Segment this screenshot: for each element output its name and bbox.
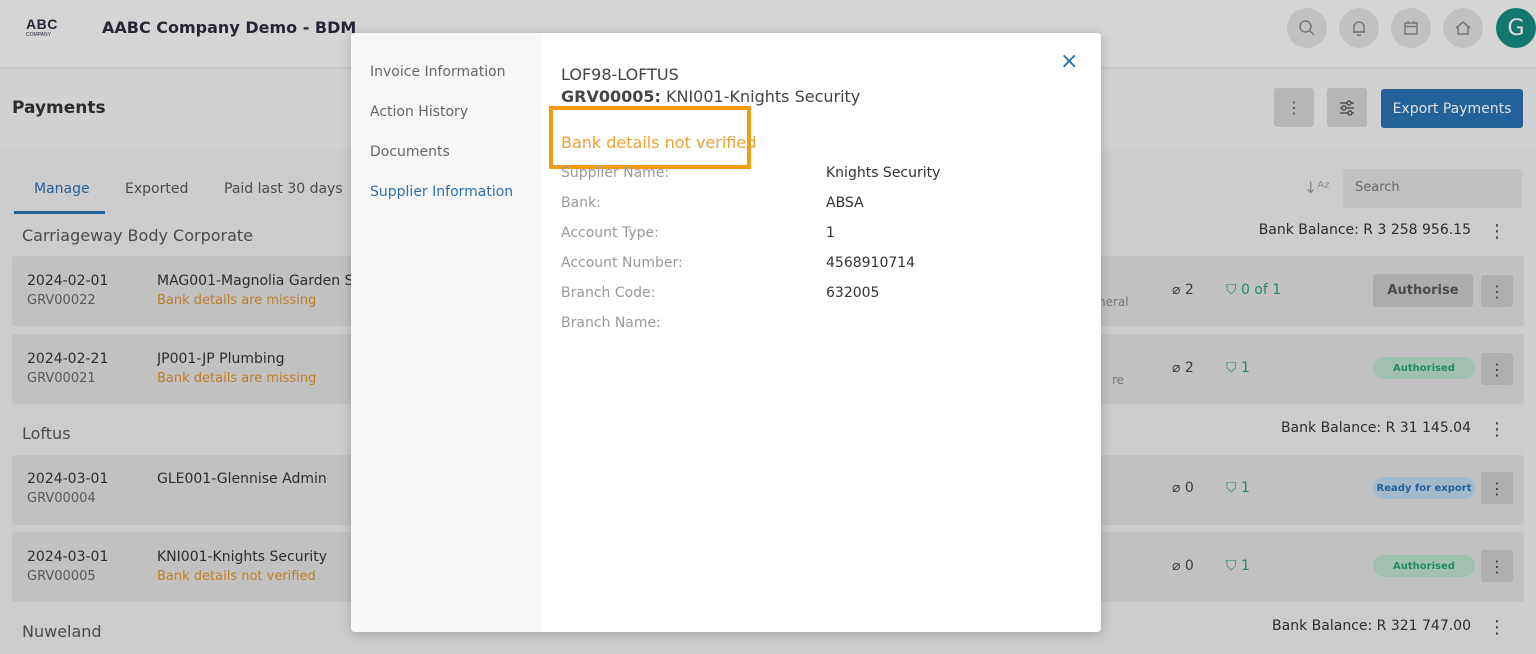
supplier-info-modal: Invoice Information Action History Docum… (351, 33, 1101, 632)
modal-nav-supplier-information[interactable]: Supplier Information (370, 184, 513, 200)
field-label: Branch Code: (561, 285, 656, 301)
bank-verification-warning: Bank details not verified (561, 133, 757, 152)
field-label: Account Type: (561, 225, 659, 241)
field-label: Bank: (561, 195, 601, 211)
property-code: LOF98-LOFTUS (561, 65, 679, 84)
field-label: Branch Name: (561, 315, 661, 331)
field-label: Account Number: (561, 255, 683, 271)
field-label: Supplier Name: (561, 165, 670, 181)
modal-nav-documents[interactable]: Documents (370, 144, 450, 160)
modal-sidebar (351, 33, 541, 632)
modal-nav-invoice-information[interactable]: Invoice Information (370, 64, 506, 80)
close-icon[interactable]: × (1060, 49, 1078, 74)
field-value: 1 (826, 225, 835, 241)
grv-supplier-line: GRV00005: KNI001-Knights Security (561, 87, 860, 106)
field-value: 4568910714 (826, 255, 916, 271)
modal-nav-action-history[interactable]: Action History (370, 104, 468, 120)
grv-number: GRV00005: (561, 87, 661, 106)
field-value: ABSA (826, 195, 864, 211)
supplier-name: KNI001-Knights Security (666, 87, 861, 106)
field-value: Knights Security (826, 165, 941, 181)
field-value: 632005 (826, 285, 880, 301)
